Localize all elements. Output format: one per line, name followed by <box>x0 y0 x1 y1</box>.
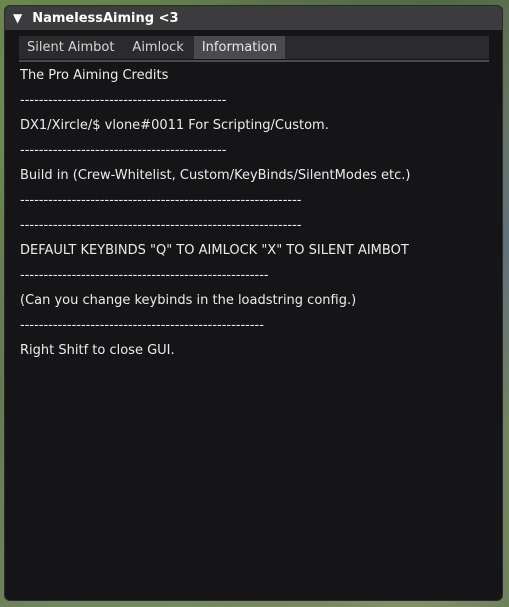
tab-information[interactable]: Information <box>193 36 286 59</box>
tab-bar: Silent Aimbot Aimlock Information <box>19 36 489 59</box>
separator-line: ----------------------------------------… <box>20 93 227 108</box>
credits-text: DX1/Xircle/$ vlone#0011 For Scripting/Cu… <box>20 118 329 133</box>
window-title: NamelessAiming <3 <box>32 10 179 26</box>
tab-underline <box>19 60 489 62</box>
collapse-triangle-icon[interactable]: ▼ <box>13 11 22 25</box>
title-bar[interactable]: ▼ NamelessAiming <3 <box>5 6 502 30</box>
separator-line: ----------------------------------------… <box>20 318 264 333</box>
keybind-config-note: (Can you change keybinds in the loadstri… <box>20 293 357 308</box>
credits-heading: The Pro Aiming Credits <box>20 68 169 83</box>
close-gui-hint: Right Shitf to close GUI. <box>20 343 175 358</box>
information-panel: The Pro Aiming Credits -----------------… <box>20 67 492 367</box>
build-info-text: Build in (Crew-Whitelist, Custom/KeyBind… <box>20 168 411 183</box>
tab-silent-aimbot[interactable]: Silent Aimbot <box>19 36 122 59</box>
separator-line: ----------------------------------------… <box>20 268 269 283</box>
separator-line: ----------------------------------------… <box>20 193 302 208</box>
separator-line: ----------------------------------------… <box>20 218 302 233</box>
gui-window: ▼ NamelessAiming <3 Silent Aimbot Aimloc… <box>4 5 503 601</box>
tab-aimlock[interactable]: Aimlock <box>124 36 191 59</box>
default-keybinds-text: DEFAULT KEYBINDS "Q" TO AIMLOCK "X" TO S… <box>20 243 409 258</box>
separator-line: ----------------------------------------… <box>20 143 227 158</box>
